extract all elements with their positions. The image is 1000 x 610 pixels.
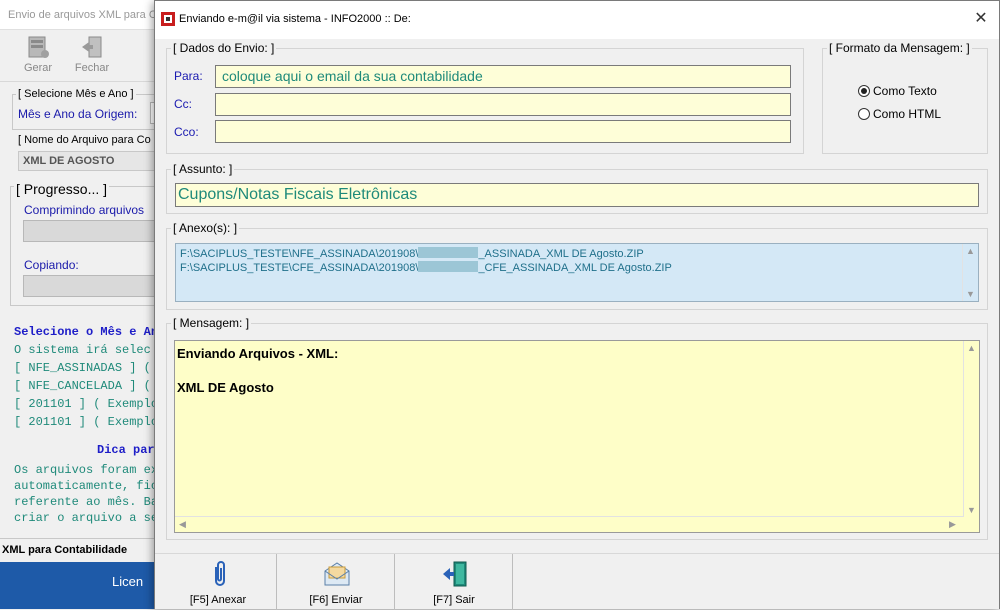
fechar-label: Fechar	[74, 62, 110, 74]
radio-como-html[interactable]: Como HTML	[858, 107, 941, 121]
anexo-item[interactable]: F:\SACIPLUS_TESTE\CFE_ASSINADA\201908\ _C…	[180, 261, 672, 274]
anexos-scrollbar[interactable]: ▲ ▼	[962, 244, 978, 301]
info-line-4: [ NFE_CANCELADA ] (	[14, 379, 151, 393]
cc-input[interactable]	[215, 93, 791, 116]
status-text: XML para Contabilidade	[2, 544, 128, 556]
background-status-bar: XML para Contabilidade	[0, 538, 160, 560]
radio-como-html-label: Como HTML	[873, 107, 942, 121]
anexo-path: F:\SACIPLUS_TESTE\CFE_ASSINADA\201908\	[180, 262, 419, 274]
radio-unchecked-icon	[858, 108, 870, 120]
anexo-path: F:\SACIPLUS_TESTE\NFE_ASSINADA\201908\	[180, 248, 419, 260]
anexar-label: [F5] Anexar	[189, 594, 247, 606]
dialog-titlebar: Enviando e-m@il via sistema - INFO2000 :…	[155, 1, 999, 39]
background-window-title: Envio de arquivos XML para Co	[8, 9, 163, 21]
bottom-line-4: criar o arquivo a se	[14, 511, 159, 525]
dados-envio-group: [ Dados do Envio: ] Para: coloque aqui o…	[166, 41, 804, 154]
info-line-6: [ 201101 ] ( Exemplo	[14, 415, 159, 429]
scroll-left-icon[interactable]: ◀	[179, 519, 186, 530]
mensagem-text: Enviando Arquivos - XML: XML DE Agosto	[177, 346, 339, 395]
dica-line: Dica par	[97, 443, 155, 457]
anexos-list[interactable]: F:\SACIPLUS_TESTE\NFE_ASSINADA\201908\ _A…	[175, 243, 979, 302]
para-input[interactable]: coloque aqui o email da sua contabilidad…	[215, 65, 791, 88]
anexo-filename: _CFE_ASSINADA_XML DE Agosto.ZIP	[478, 262, 672, 274]
anexo-item[interactable]: F:\SACIPLUS_TESTE\NFE_ASSINADA\201908\ _A…	[180, 247, 644, 260]
comprimindo-progressbar	[23, 220, 160, 242]
fechar-button[interactable]: Fechar	[70, 34, 114, 80]
nome-arquivo-field[interactable]: XML DE AGOSTO	[18, 151, 160, 171]
exit-door-icon	[443, 561, 467, 587]
exit-door-icon	[82, 36, 102, 58]
progresso-group-label: [ Progresso... ]	[14, 181, 110, 197]
selecione-group-label: [ Selecione Mês e Ano ]	[16, 88, 136, 100]
copiando-label: Copiando:	[24, 258, 79, 272]
anexar-button[interactable]: [F5] Anexar	[160, 554, 277, 610]
dialog-title: Enviando e-m@il via sistema - INFO2000 :…	[179, 13, 411, 25]
enviar-label: [F6] Enviar	[309, 594, 363, 606]
mes-ano-label: Mês e Ano da Origem:	[18, 107, 138, 121]
close-icon: ✕	[974, 10, 988, 27]
scroll-down-icon[interactable]: ▼	[967, 505, 976, 515]
cc-label: Cc:	[174, 97, 192, 111]
cco-label: Cco:	[174, 125, 199, 139]
server-icon	[28, 36, 49, 58]
envelope-icon	[324, 562, 350, 586]
assunto-input[interactable]: Cupons/Notas Fiscais Eletrônicas	[175, 183, 979, 207]
info-line-1: Selecione o Mês e An	[14, 325, 159, 339]
copiando-progressbar	[23, 275, 160, 297]
email-dialog: Enviando e-m@il via sistema - INFO2000 :…	[154, 0, 1000, 610]
formato-label: [ Formato da Mensagem: ]	[827, 41, 972, 55]
radio-checked-icon	[858, 85, 870, 97]
mensagem-vscrollbar[interactable]: ▲ ▼	[963, 341, 979, 517]
enviar-button[interactable]: [F6] Enviar	[278, 554, 395, 610]
info-line-2: O sistema irá selec	[14, 343, 151, 357]
action-bar: [F5] Anexar [F6] Enviar [F7] Sair	[155, 553, 999, 610]
comprimindo-label: Comprimindo arquivos	[24, 203, 145, 217]
scroll-up-icon[interactable]: ▲	[966, 246, 975, 256]
redacted-block	[418, 247, 479, 258]
mensagem-textarea[interactable]: Enviando Arquivos - XML: XML DE Agosto ▲…	[174, 340, 980, 533]
mensagem-label: [ Mensagem: ]	[171, 316, 252, 330]
para-value: coloque aqui o email da sua contabilidad…	[222, 68, 483, 84]
anexos-group: [ Anexo(s): ] F:\SACIPLUS_TESTE\NFE_ASSI…	[166, 221, 988, 310]
nome-arquivo-value: XML DE AGOSTO	[23, 155, 115, 167]
assunto-label: [ Assunto: ]	[171, 162, 235, 176]
license-text: Licen	[112, 574, 144, 589]
assunto-group: [ Assunto: ] Cupons/Notas Fiscais Eletrô…	[166, 162, 988, 214]
radio-como-texto-label: Como Texto	[873, 84, 937, 98]
sair-label: [F7] Sair	[433, 594, 475, 606]
license-bar[interactable]: Licen	[0, 562, 160, 609]
gerar-label: Gerar	[23, 62, 53, 74]
info-line-5: [ 201101 ] ( Exemplo	[14, 397, 159, 411]
close-button[interactable]: ✕	[967, 7, 995, 31]
scroll-right-icon[interactable]: ▶	[949, 519, 956, 530]
para-label: Para:	[174, 69, 203, 83]
formato-group: [ Formato da Mensagem: ] Como Texto Como…	[822, 41, 988, 154]
redacted-block	[418, 261, 479, 272]
mensagem-group: [ Mensagem: ] Enviando Arquivos - XML: X…	[166, 316, 988, 540]
anexo-filename: _ASSINADA_XML DE Agosto.ZIP	[478, 248, 644, 260]
scroll-down-icon[interactable]: ▼	[966, 289, 975, 299]
gerar-button[interactable]: Gerar	[16, 34, 60, 80]
sair-button[interactable]: [F7] Sair	[396, 554, 513, 610]
assunto-value: Cupons/Notas Fiscais Eletrônicas	[178, 186, 418, 203]
nome-arquivo-group-label: [ Nome do Arquivo para Co	[16, 134, 153, 146]
dados-envio-label: [ Dados do Envio: ]	[171, 41, 277, 55]
radio-como-texto[interactable]: Como Texto	[858, 84, 937, 98]
anexos-label: [ Anexo(s): ]	[171, 221, 240, 235]
info-line-3: [ NFE_ASSINADAS ] (	[14, 361, 151, 375]
app-icon	[161, 12, 175, 26]
cco-input[interactable]	[215, 120, 791, 143]
scroll-up-icon[interactable]: ▲	[967, 343, 976, 353]
mensagem-hscrollbar[interactable]: ◀ ▶	[175, 516, 963, 532]
paperclip-icon	[215, 561, 225, 586]
